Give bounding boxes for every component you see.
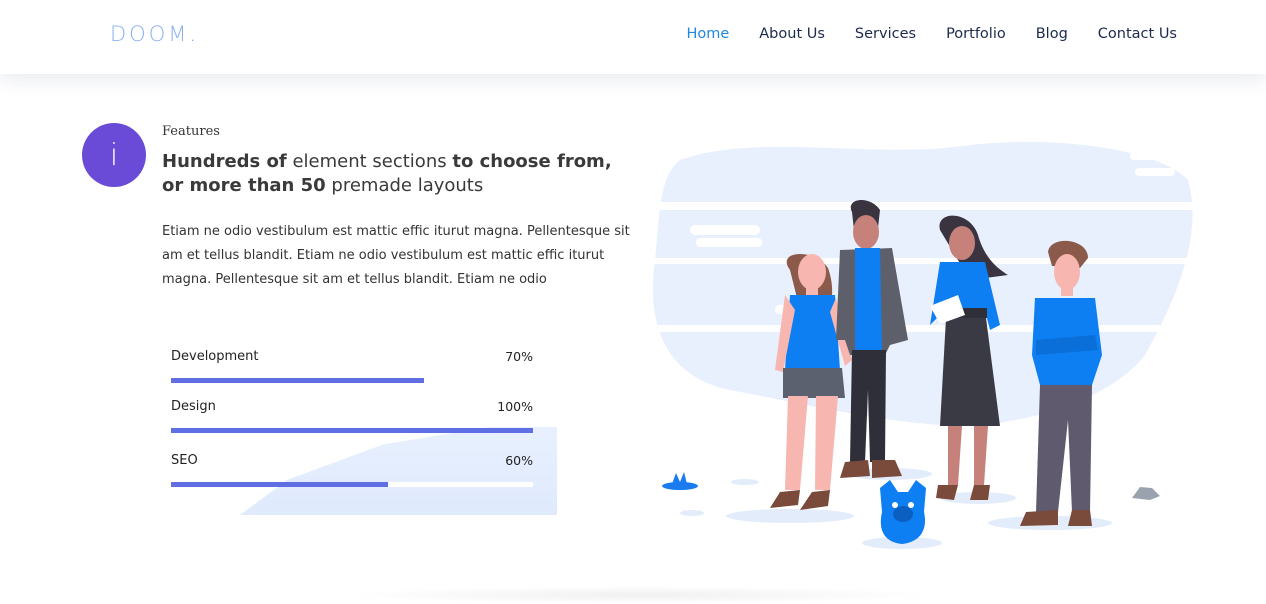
skill-name: SEO (171, 453, 198, 468)
dog-icon (880, 480, 926, 544)
illustration-blob (652, 141, 1193, 426)
nav-link-blog[interactable]: Blog (1036, 26, 1068, 42)
logo-dot: . (189, 22, 200, 46)
info-icon: i (82, 123, 146, 187)
section-label: Features (162, 124, 220, 139)
skills-background-shape (240, 427, 557, 515)
skill-name: Design (171, 399, 216, 414)
main-nav: Home About Us Services Portfolio Blog Co… (686, 26, 1177, 42)
nav-link-home[interactable]: Home (686, 26, 729, 42)
headline-part-3: to choose from, (452, 151, 612, 172)
progress-track (171, 378, 533, 383)
progress-fill (171, 378, 425, 383)
headline-part-4: or more than 50 (162, 175, 326, 196)
logo-text: DOOM (110, 22, 190, 46)
nav-link-about-us[interactable]: About Us (759, 26, 825, 42)
site-header: DOOM. Home About Us Services Portfolio B… (0, 0, 1266, 74)
skill-percent: 100% (497, 399, 533, 414)
skill-percent: 70% (505, 349, 533, 364)
progress-fill (171, 482, 389, 487)
progress-track (171, 428, 533, 433)
progress-fill (171, 428, 533, 433)
headline-part-5: premade layouts (325, 175, 484, 196)
nav-link-portfolio[interactable]: Portfolio (946, 26, 1006, 42)
headline-part-1: Hundreds of (162, 151, 287, 172)
nav-link-services[interactable]: Services (855, 26, 916, 42)
nav-link-contact-us[interactable]: Contact Us (1098, 26, 1177, 42)
logo[interactable]: DOOM. (110, 22, 199, 46)
section-headline: Hundreds of element sections to choose f… (162, 150, 642, 198)
progress-track (171, 482, 533, 487)
headline-part-2: element sections (286, 151, 453, 172)
section-bottom-shadow (340, 586, 940, 604)
splash-icon (662, 472, 698, 490)
team-illustration (640, 141, 1200, 549)
info-icon-glyph: i (109, 137, 119, 173)
section-description: Etiam ne odio vestibulum est mattic effi… (162, 224, 630, 287)
skill-percent: 60% (505, 453, 533, 468)
skill-name: Development (171, 349, 259, 364)
rock-icon (1132, 487, 1160, 500)
